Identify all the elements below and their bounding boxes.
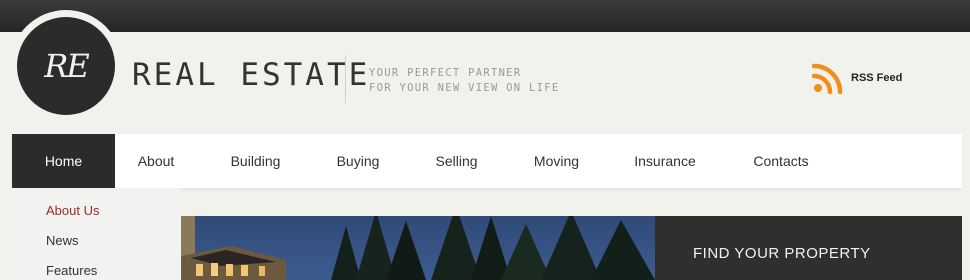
site-title: REAL ESTATE: [132, 57, 371, 93]
about-dropdown-menu: About Us News Features: [12, 188, 181, 280]
dropdown-item-about-us[interactable]: About Us: [12, 202, 181, 232]
logo[interactable]: RE: [17, 17, 115, 115]
tagline-line-1: YOUR PERFECT PARTNER: [369, 67, 522, 79]
tagline-line-2: FOR YOUR NEW VIEW ON LIFE: [369, 82, 560, 94]
tagline: YOUR PERFECT PARTNER FOR YOUR NEW VIEW O…: [369, 66, 560, 96]
find-property-panel: FIND YOUR PROPERTY: [655, 216, 962, 280]
dropdown-item-news[interactable]: News: [12, 232, 181, 262]
rss-label: RSS Feed: [851, 72, 903, 84]
find-property-title: FIND YOUR PROPERTY: [693, 245, 871, 262]
nav-item-about[interactable]: About: [115, 134, 197, 188]
nav-item-home[interactable]: Home: [12, 134, 115, 188]
hero-image: [181, 216, 655, 280]
nav-item-building[interactable]: Building: [197, 134, 314, 188]
nav-item-contacts[interactable]: Contacts: [728, 134, 834, 188]
rss-feed-link[interactable]: RSS Feed: [812, 62, 902, 94]
nav-item-moving[interactable]: Moving: [511, 134, 602, 188]
nav-item-buying[interactable]: Buying: [314, 134, 402, 188]
nav-item-selling[interactable]: Selling: [402, 134, 511, 188]
dropdown-item-features[interactable]: Features: [12, 262, 181, 280]
top-bar: [0, 0, 970, 32]
rss-icon: [812, 63, 843, 94]
nav-item-insurance[interactable]: Insurance: [602, 134, 728, 188]
main-nav: Home About Building Buying Selling Movin…: [12, 134, 962, 188]
hero-photo: [181, 216, 655, 280]
header-divider: [345, 55, 346, 103]
logo-mark: RE: [44, 47, 89, 85]
